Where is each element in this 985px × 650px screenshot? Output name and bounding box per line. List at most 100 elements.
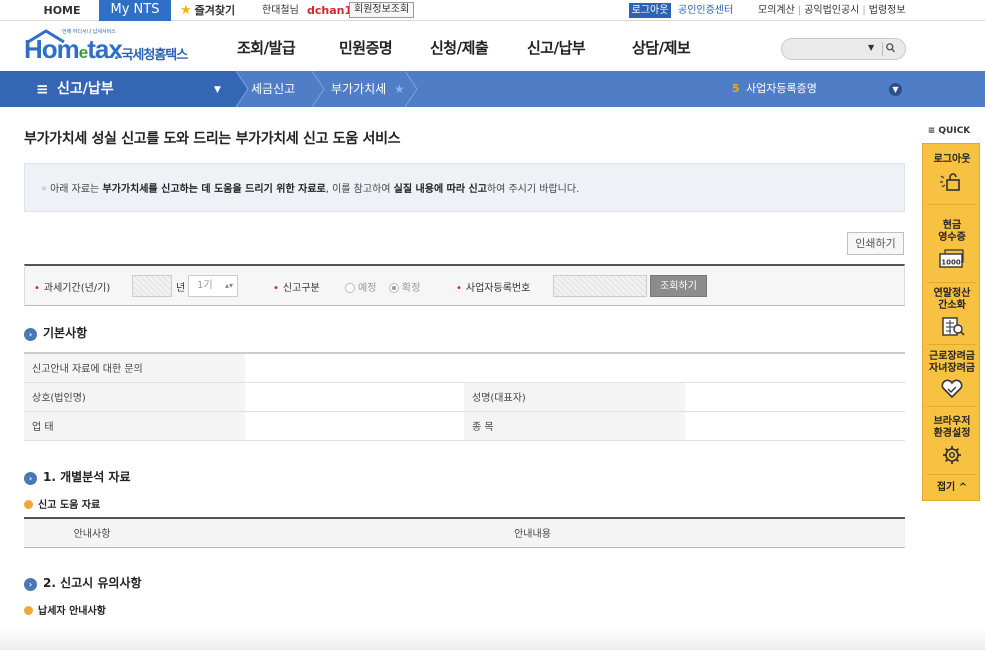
menu-dropdown[interactable]: ≡ 신고/납부 ▼ [0, 71, 236, 107]
query-button[interactable]: 조회하기 [650, 275, 707, 297]
section2-subtitle: 납세자 안내사항 [24, 602, 106, 617]
cert-center-link[interactable]: 공인인증센터 [678, 0, 733, 21]
circle-arrow-icon: › [24, 328, 37, 341]
table-row: 신고안내 자료에 대한 문의 [24, 353, 905, 383]
table-row: 상호(법인명) 성명(대표자) [24, 382, 905, 412]
quick-year-end[interactable]: 연말정산 간소화 [923, 288, 981, 338]
nav-application[interactable]: 신청/제출 [430, 22, 489, 71]
circle-arrow-icon: › [24, 472, 37, 485]
breadcrumb-tax-filing[interactable]: 세금신고 [251, 71, 295, 107]
table-row: 업 태 종 목 [24, 411, 905, 441]
star-icon[interactable]: ★ [394, 71, 405, 107]
table-label: 종 목 [464, 411, 685, 441]
page-title: 부가가치세 성실 신고를 도와 드리는 부가가치세 신고 도움 서비스 [24, 131, 401, 147]
nav-certificate[interactable]: 민원증명 [339, 22, 393, 71]
nav-consult[interactable]: 상담/제보 [632, 22, 691, 71]
type-label: • 신고구분 [273, 283, 320, 294]
chevron-down-icon[interactable]: ▼ [889, 83, 902, 96]
breadcrumb-separator-icon [236, 71, 249, 107]
section2-title: › 2. 신고시 유의사항 [24, 574, 142, 591]
home-link[interactable]: HOME [27, 0, 97, 21]
logo-wordmark: Hometax [24, 34, 123, 64]
quick-logout[interactable]: 로그아웃 [923, 154, 981, 194]
quick-menu: 로그아웃 현금 영수증 1000 연말정산 간소화 근로장려금 자녀장려금 브라… [922, 143, 980, 501]
period-label: • 과세기간(년/기) [34, 283, 111, 294]
table-label: 성명(대표자) [464, 382, 685, 412]
cert-shortcut[interactable]: 사업자등록증명 [746, 71, 817, 107]
quick-cash-receipt-label: 현금 영수증 [938, 220, 966, 243]
member-info-button[interactable]: 회원정보조회 [349, 2, 415, 18]
logo-korean: . 국세청홈택스 [114, 48, 188, 63]
orange-dot-icon [24, 606, 33, 615]
menu-label: 신고/납부 [57, 81, 114, 97]
breadcrumb-separator-icon [312, 71, 325, 107]
table-header-row: 안내사항 안내내용 [24, 518, 905, 548]
bizno-label: • 사업자등록번호 [456, 283, 531, 294]
nav-filing[interactable]: 신고/납부 [527, 22, 586, 71]
table-value [245, 353, 905, 383]
bizno-input[interactable] [553, 275, 647, 297]
section1-subtitle: 신고 도움 자료 [24, 496, 100, 511]
column-header: 안내내용 [160, 518, 905, 548]
table-label: 신고안내 자료에 대한 문의 [24, 353, 245, 383]
logout-button[interactable]: 로그아웃 [629, 3, 671, 18]
receipt-amount: 1000 [941, 259, 961, 267]
quick-cash-receipt[interactable]: 현금 영수증 1000 [923, 220, 981, 270]
orange-dot-icon [24, 500, 33, 509]
nav-inquiry[interactable]: 조회/발급 [237, 22, 296, 71]
util-link-law[interactable]: 법령정보 [869, 5, 906, 16]
favorites-link[interactable]: ★ 즐겨찾기 [180, 0, 235, 21]
notice-text: ◦ 아래 자료는 부가가치세를 신고하는 데 도움을 드리기 위한 자료로, 이… [41, 184, 580, 195]
section1-title: › 1. 개별분석 자료 [24, 468, 131, 485]
table-value [245, 382, 464, 412]
basic-section-title: › 기본사항 [24, 324, 87, 341]
search-button[interactable] [882, 42, 896, 56]
updown-icon: ▴▾ [224, 281, 233, 290]
dropdown-triangle-icon: ▼ [214, 85, 221, 95]
quick-menu-header: ≡ QUICK [927, 126, 971, 136]
notice-box: ◦ 아래 자료는 부가가치세를 신고하는 데 도움을 드리기 위한 자료로, 이… [24, 163, 905, 212]
year-unit: 년 [176, 283, 186, 294]
heart-icon [941, 379, 963, 399]
search-condition-box: • 과세기간(년/기) 년 1기 ▴▾ • 신고구분 예정 확정 • 사업자등록번호 조… [24, 264, 905, 306]
top-utility-bar: HOME My NTS ★ 즐겨찾기 한대철님 dchan10 회원정보조회 로그… [0, 0, 985, 21]
search-icon [886, 43, 895, 53]
favorites-label: 즐겨찾기 [194, 4, 236, 17]
hometax-logo[interactable]: 언제 어디서나 납세서비스 Hometax . 국세청홈택스 [24, 26, 194, 66]
lock-icon [940, 173, 960, 191]
term-select[interactable]: 1기 ▴▾ [188, 275, 238, 297]
quick-incentive[interactable]: 근로장려금 자녀장려금 [923, 351, 981, 399]
breadcrumb-vat[interactable]: 부가가치세 [331, 71, 386, 107]
table-value [245, 411, 464, 441]
year-input[interactable] [132, 275, 172, 297]
guide-table: 안내사항 안내내용 [24, 517, 905, 548]
table-value [685, 411, 905, 441]
quick-browser-settings[interactable]: 브라우저 환경설정 [923, 416, 981, 466]
table-label: 상호(법인명) [24, 382, 245, 412]
user-name: 한대철님 [262, 5, 299, 16]
utility-links: 모의계산 | 공익법인공시 | 법령정보 [758, 5, 906, 16]
circle-arrow-icon: › [24, 578, 37, 591]
star-icon: ★ [180, 3, 192, 18]
radio-final[interactable]: 확정 [389, 279, 420, 294]
receipt-icon: 1000 [939, 249, 964, 268]
cert-count-badge: 5 [732, 82, 740, 95]
breadcrumb-separator-icon [405, 71, 418, 107]
table-value [685, 382, 905, 412]
util-link-disclosure[interactable]: 공익법인공시 [804, 5, 859, 16]
print-button[interactable]: 인쇄하기 [847, 232, 904, 255]
column-header: 안내사항 [24, 518, 160, 548]
util-link-calc[interactable]: 모의계산 [758, 5, 795, 16]
mynts-link[interactable]: My NTS [99, 0, 171, 21]
search-input[interactable]: ▼ [781, 38, 906, 60]
document-search-icon [942, 317, 965, 336]
main-header: 언제 어디서나 납세서비스 Hometax . 국세청홈택스 조회/발급 민원증… [0, 22, 985, 71]
quick-year-end-label: 연말정산 간소화 [933, 288, 971, 311]
gear-icon [943, 446, 961, 464]
quick-close-button[interactable]: 접기 ^ [923, 482, 981, 494]
basic-info-table: 신고안내 자료에 대한 문의 상호(법인명) 성명(대표자) 업 태 종 목 [24, 352, 905, 441]
quick-browser-settings-label: 브라우저 환경설정 [933, 416, 971, 439]
quick-logout-label: 로그아웃 [933, 154, 971, 165]
chevron-down-icon[interactable]: ▼ [868, 43, 874, 52]
radio-estimate[interactable]: 예정 [345, 279, 376, 294]
